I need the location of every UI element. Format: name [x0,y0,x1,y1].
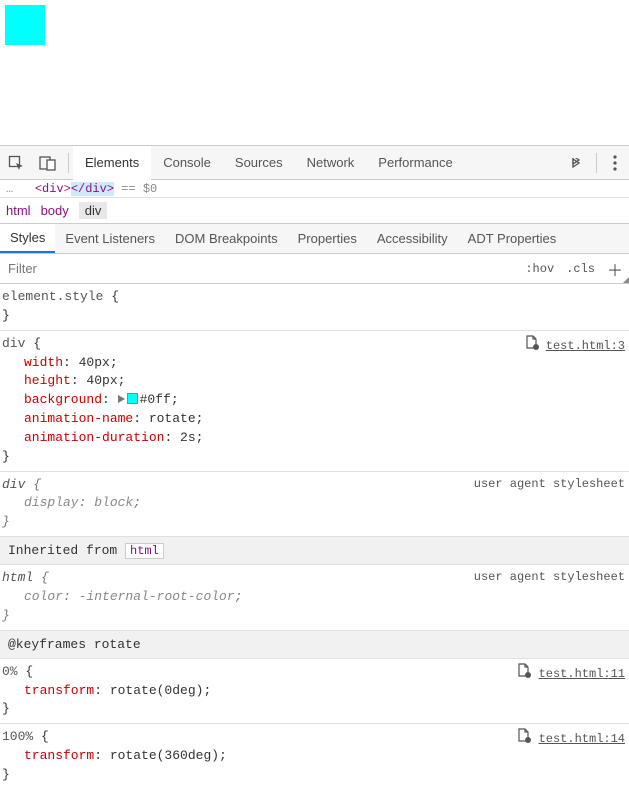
file-icon [517,728,529,742]
breadcrumb-body[interactable]: body [41,203,69,218]
styles-subtabs: Styles Event Listeners DOM Breakpoints P… [0,224,629,254]
ua-label: user agent stylesheet [474,476,625,493]
subtab-styles[interactable]: Styles [0,224,55,253]
devtools-toolbar: Elements Console Sources Network Perform… [0,146,629,180]
tab-performance[interactable]: Performance [366,146,464,180]
subtab-accessibility[interactable]: Accessibility [367,224,458,253]
rule-kf-100[interactable]: test.html:14 100% { transform: rotate(36… [0,724,629,789]
tab-sources[interactable]: Sources [223,146,295,180]
source-link[interactable]: test.html:3 [525,335,625,355]
color-swatch[interactable] [127,393,138,404]
inherited-from-header: Inherited from html [0,537,629,565]
file-icon [517,663,529,677]
styles-filter-input[interactable] [0,255,519,283]
tab-console[interactable]: Console [151,146,223,180]
ua-label: user agent stylesheet [474,569,625,586]
breadcrumb-html[interactable]: html [6,203,31,218]
source-link[interactable]: test.html:14 [517,728,625,748]
rule-html-ua[interactable]: user agent stylesheet html { color: -int… [0,565,629,631]
device-toggle-icon[interactable] [34,149,62,177]
source-link[interactable]: test.html:11 [517,663,625,683]
subtab-dom-breakpoints[interactable]: DOM Breakpoints [165,224,288,253]
breadcrumb-div[interactable]: div [79,202,108,219]
keyframes-header: @keyframes rotate [0,631,629,659]
subtab-properties[interactable]: Properties [288,224,367,253]
inspect-icon[interactable] [2,149,30,177]
kebab-menu-icon[interactable] [601,155,629,171]
panel-tabs: Elements Console Sources Network Perform… [73,146,560,180]
hov-toggle[interactable]: :hov [519,262,560,276]
tab-network[interactable]: Network [295,146,367,180]
rule-div-ua[interactable]: user agent stylesheet div { display: blo… [0,472,629,538]
animated-box [5,5,45,45]
rule-element-style[interactable]: element.style {} [0,284,629,331]
styles-rules: element.style {} test.html:3 div { width… [0,284,629,789]
more-tabs-icon[interactable] [560,158,592,168]
rule-div[interactable]: test.html:3 div { width: 40px; height: 4… [0,331,629,472]
breadcrumb: html body div [0,198,629,224]
rule-kf-0[interactable]: test.html:11 0% { transform: rotate(0deg… [0,659,629,725]
separator [68,153,69,173]
tab-elements[interactable]: Elements [73,146,151,180]
play-icon[interactable] [118,395,125,403]
subtab-event-listeners[interactable]: Event Listeners [55,224,165,253]
cls-toggle[interactable]: .cls [560,262,601,276]
file-icon [525,335,537,349]
resize-corner-icon[interactable] [623,277,629,283]
dom-source-line[interactable]: … <div></div> == $0 [0,180,629,198]
page-preview [0,0,629,146]
separator [596,153,597,173]
inherited-chip[interactable]: html [125,543,164,559]
subtab-adt-properties[interactable]: ADT Properties [458,224,567,253]
styles-filter-bar: :hov .cls ＋ [0,254,629,284]
